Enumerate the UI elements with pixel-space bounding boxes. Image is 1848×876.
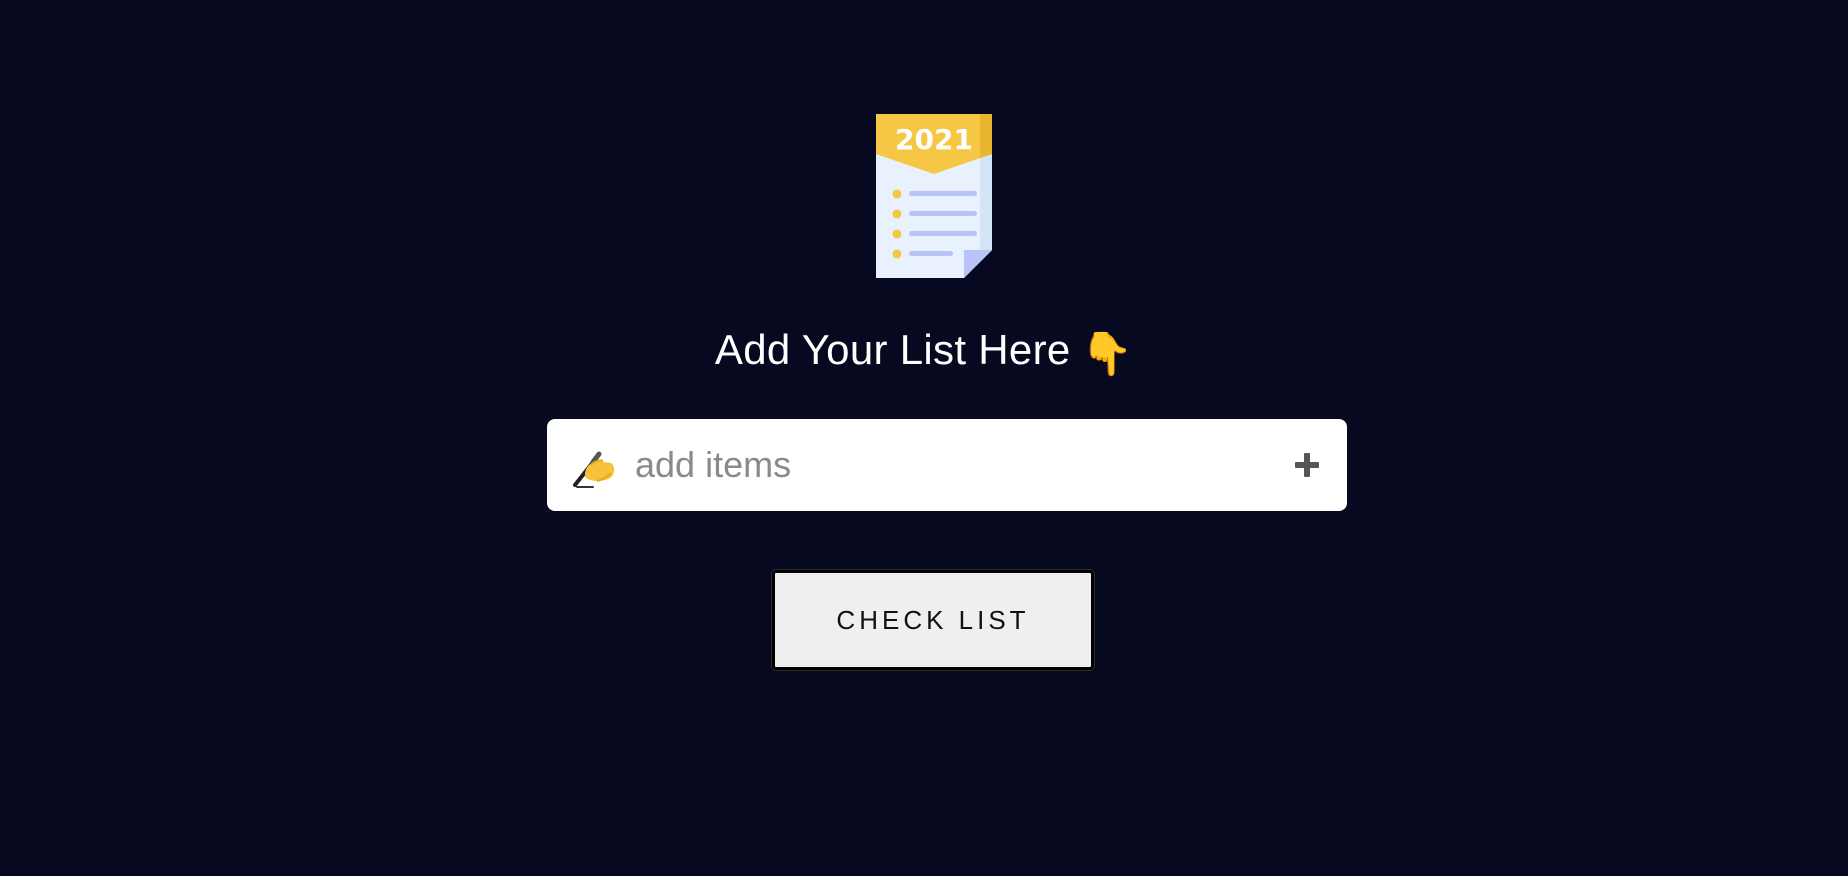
checklist-document-icon: 2021 xyxy=(876,114,992,278)
logo-year: 2021 xyxy=(895,123,973,156)
writing-hand-icon xyxy=(573,451,615,488)
plus-icon[interactable] xyxy=(1287,445,1327,485)
pointing-down-icon: 👇 xyxy=(1080,330,1134,377)
heading-text: Add Your List Here xyxy=(714,326,1071,373)
add-item-input[interactable] xyxy=(635,437,1235,493)
page: 2021 Add Your List Here👇 C xyxy=(0,0,1848,876)
page-heading: Add Your List Here 👇 xyxy=(0,320,1848,384)
check-list-button[interactable]: CHECK LIST xyxy=(772,570,1094,670)
add-item-bar xyxy=(547,419,1347,511)
